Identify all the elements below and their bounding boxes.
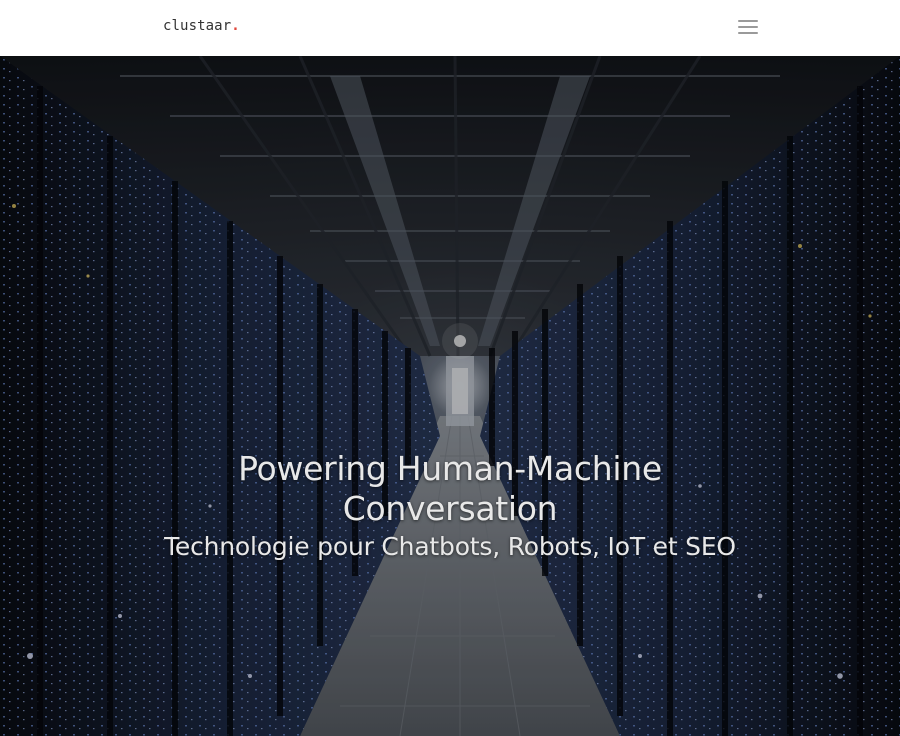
hamburger-menu-icon[interactable] <box>736 17 760 37</box>
logo-dot: . <box>231 18 240 34</box>
menu-bar-top <box>738 20 758 22</box>
hero-title: Powering Human-Machine Conversation <box>238 449 662 528</box>
menu-bar-middle <box>738 26 758 28</box>
menu-bar-bottom <box>738 32 758 34</box>
hero-subtitle: Technologie pour Chatbots, Robots, IoT e… <box>164 532 736 561</box>
site-logo[interactable]: clustaar. <box>163 17 240 35</box>
hero-dark-overlay <box>0 56 900 736</box>
logo-text: clustaar <box>163 18 232 34</box>
top-navigation-bar: clustaar. <box>0 0 900 56</box>
hero-section: Powering Human-Machine Conversation Tech… <box>0 56 900 736</box>
hero-text-block: Powering Human-Machine Conversation Tech… <box>0 449 900 564</box>
